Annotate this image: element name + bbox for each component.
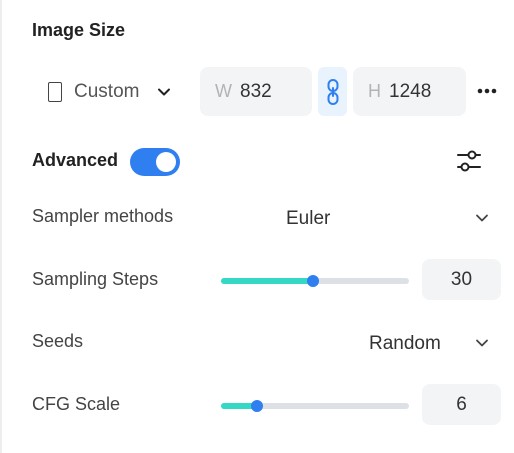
cfg-scale-label: CFG Scale bbox=[32, 394, 121, 414]
cfg-scale-input[interactable]: 6 bbox=[422, 384, 501, 425]
width-prefix: W bbox=[215, 81, 232, 101]
width-field[interactable]: W 832 bbox=[200, 67, 312, 116]
more-horizontal-icon bbox=[477, 88, 497, 94]
sampler-method-select[interactable]: Euler bbox=[286, 208, 330, 230]
sampling-steps-input[interactable]: 30 bbox=[422, 259, 501, 300]
slider-fill bbox=[221, 278, 314, 284]
seeds-select[interactable]: Random bbox=[369, 333, 441, 355]
advanced-toggle[interactable] bbox=[130, 148, 180, 176]
slider-thumb[interactable] bbox=[307, 275, 320, 287]
aspect-ratio-select[interactable]: Custom bbox=[48, 70, 171, 114]
sampler-methods-label: Sampler methods bbox=[32, 206, 174, 226]
sliders-icon[interactable] bbox=[456, 148, 482, 174]
toggle-knob bbox=[156, 152, 176, 172]
cfg-scale-slider[interactable] bbox=[221, 400, 409, 412]
image-size-title: Image Size bbox=[32, 20, 126, 40]
sampling-steps-slider[interactable] bbox=[221, 275, 409, 287]
aspect-ratio-label: Custom bbox=[74, 81, 140, 102]
sampling-steps-label: Sampling Steps bbox=[32, 269, 159, 289]
height-prefix: H bbox=[368, 81, 381, 101]
portrait-rect-icon bbox=[48, 82, 62, 102]
height-field[interactable]: H 1248 bbox=[353, 67, 466, 116]
height-value[interactable]: 1248 bbox=[389, 81, 431, 103]
aspect-lock-button[interactable] bbox=[318, 67, 347, 116]
slider-thumb[interactable] bbox=[250, 400, 263, 412]
seeds-label: Seeds bbox=[32, 331, 84, 351]
width-value[interactable]: 832 bbox=[240, 81, 272, 103]
chevron-down-icon bbox=[158, 88, 171, 96]
chain-link-icon bbox=[327, 78, 338, 105]
image-settings-panel: Image Size Custom W 832 H 1248 Advanced bbox=[0, 0, 514, 453]
chevron-down-icon[interactable] bbox=[474, 210, 490, 226]
advanced-label: Advanced bbox=[32, 150, 119, 170]
chevron-down-icon[interactable] bbox=[474, 335, 490, 351]
more-options-button[interactable] bbox=[474, 80, 500, 102]
